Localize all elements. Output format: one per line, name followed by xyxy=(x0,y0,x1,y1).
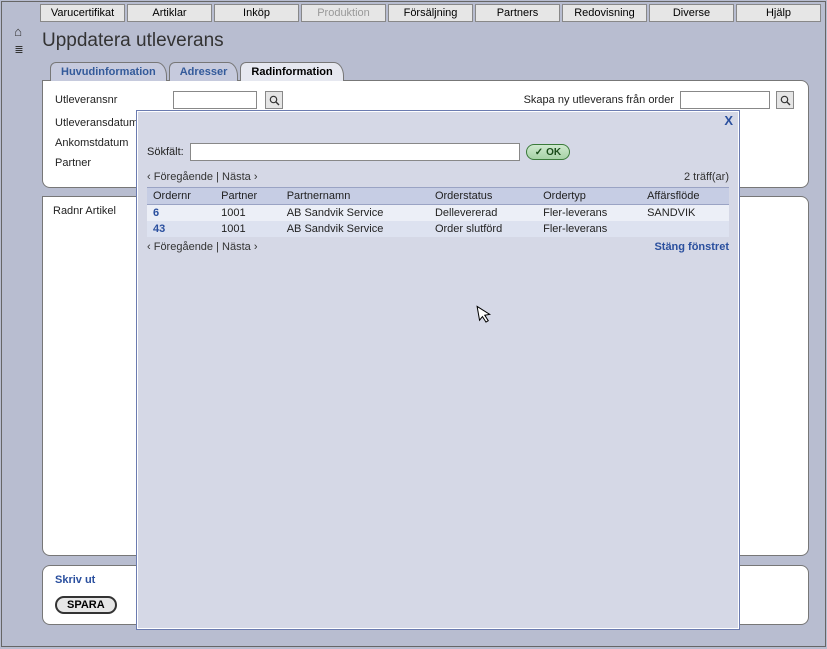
cell-partnernamn: AB Sandvik Service xyxy=(281,221,429,237)
col-header-2[interactable]: Partnernamn xyxy=(281,188,429,205)
col-header-1[interactable]: Partner xyxy=(215,188,281,205)
prev-link-bottom[interactable]: ‹ Föregående xyxy=(147,241,213,253)
topnav-item-2[interactable]: Inköp xyxy=(214,4,299,22)
close-window-link[interactable]: Stäng fönstret xyxy=(654,241,729,253)
tab-row: HuvudinformationAdresserRadinformation xyxy=(32,62,819,81)
tab-1[interactable]: Adresser xyxy=(169,62,239,81)
topnav-item-6[interactable]: Redovisning xyxy=(562,4,647,22)
ok-label: OK xyxy=(546,147,561,158)
cell-ordertyp: Fler-leverans xyxy=(537,205,641,222)
top-nav: VarucertifikatArtiklarInköpProduktionFör… xyxy=(2,2,825,22)
utleveransnr-search-icon[interactable] xyxy=(265,91,283,109)
cell-orderstatus: Order slutförd xyxy=(429,221,537,237)
col-header-3[interactable]: Orderstatus xyxy=(429,188,537,205)
ok-button[interactable]: OK xyxy=(526,144,570,160)
prev-link[interactable]: ‹ Föregående xyxy=(147,171,213,183)
topnav-item-4[interactable]: Försäljning xyxy=(388,4,473,22)
col-header-0[interactable]: Ordernr xyxy=(147,188,215,205)
cell-ordernr[interactable]: 43 xyxy=(147,221,215,237)
table-row[interactable]: 431001AB Sandvik ServiceOrder slutfördFl… xyxy=(147,221,729,237)
topnav-item-5[interactable]: Partners xyxy=(475,4,560,22)
result-table: OrdernrPartnerPartnernamnOrderstatusOrde… xyxy=(147,187,729,237)
cell-affarsflode xyxy=(641,221,729,237)
search-field-input[interactable] xyxy=(190,143,520,161)
pager-bottom: ‹ Föregående | Nästa › xyxy=(147,241,258,253)
cell-partner: 1001 xyxy=(215,221,281,237)
scan-search-icon[interactable] xyxy=(776,91,794,109)
col-header-5[interactable]: Affärsflöde xyxy=(641,188,729,205)
home-icon[interactable]: ⌂ xyxy=(10,24,26,38)
utleveransnr-input[interactable] xyxy=(173,91,257,109)
cell-ordernr[interactable]: 6 xyxy=(147,205,215,222)
topnav-item-1[interactable]: Artiklar xyxy=(127,4,212,22)
cell-partnernamn: AB Sandvik Service xyxy=(281,205,429,222)
utleveransnr-label: Utleveransnr xyxy=(55,94,165,106)
col-header-4[interactable]: Ordertyp xyxy=(537,188,641,205)
modal-close-button[interactable]: X xyxy=(724,113,733,128)
search-field-label: Sökfält: xyxy=(147,146,184,158)
tab-2[interactable]: Radinformation xyxy=(240,62,343,81)
topnav-item-3: Produktion xyxy=(301,4,386,22)
topnav-item-0[interactable]: Varucertifikat xyxy=(40,4,125,22)
menu-bars-icon[interactable]: ≣ xyxy=(10,42,26,56)
result-count: 2 träff(ar) xyxy=(684,171,729,183)
next-link-bottom[interactable]: Nästa › xyxy=(222,241,257,253)
topnav-item-8[interactable]: Hjälp xyxy=(736,4,821,22)
save-button[interactable]: SPARA xyxy=(55,596,117,614)
cell-partner: 1001 xyxy=(215,205,281,222)
scan-order-input[interactable] xyxy=(680,91,770,109)
scan-label: Skapa ny utleverans från order xyxy=(524,94,674,106)
page-title: Uppdatera utleverans xyxy=(32,24,819,62)
topnav-item-7[interactable]: Diverse xyxy=(649,4,734,22)
tab-0[interactable]: Huvudinformation xyxy=(50,62,167,81)
cell-orderstatus: Dellevererad xyxy=(429,205,537,222)
cell-affarsflode: SANDVIK xyxy=(641,205,729,222)
table-row[interactable]: 61001AB Sandvik ServiceDellevereradFler-… xyxy=(147,205,729,222)
cell-ordertyp: Fler-leverans xyxy=(537,221,641,237)
left-icon-bar: ⌂ ≣ xyxy=(6,24,30,56)
search-modal: X Sökfält: OK ‹ Föregående | Nästa › 2 t… xyxy=(136,110,740,630)
pager-top: ‹ Föregående | Nästa › xyxy=(147,171,258,183)
next-link[interactable]: Nästa › xyxy=(222,171,257,183)
